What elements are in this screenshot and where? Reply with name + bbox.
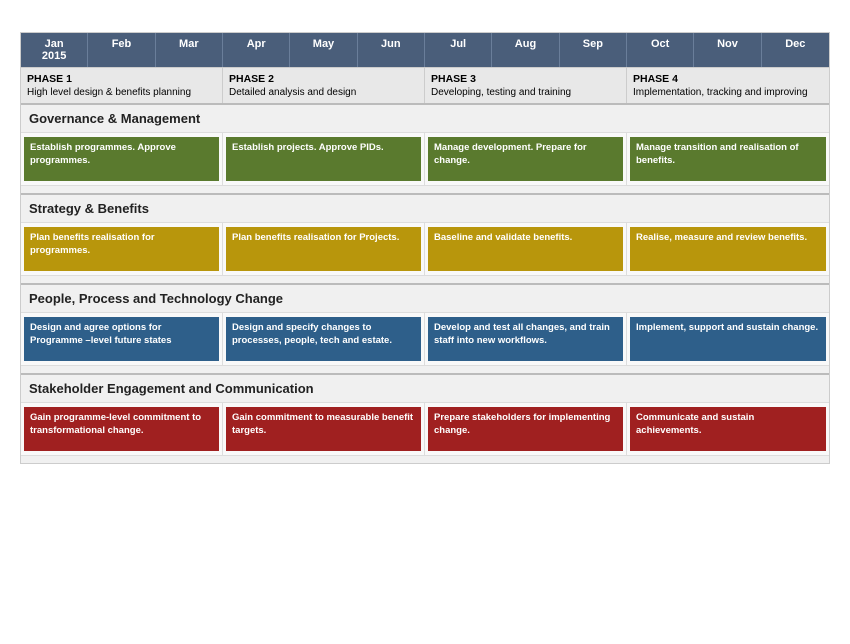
month-header-12: Dec <box>762 33 829 67</box>
task-row-2: Design and agree options for Programme –… <box>21 312 829 365</box>
task-block-3-3: Communicate and sustain achievements. <box>630 407 826 451</box>
task-block-1-3: Realise, measure and review benefits. <box>630 227 826 271</box>
phase-cell-3: PHASE 3Developing, testing and training <box>425 68 627 103</box>
task-row-1: Plan benefits realisation for programmes… <box>21 222 829 275</box>
month-header-10: Oct <box>627 33 694 67</box>
task-cell-3-0: Gain programme-level commitment to trans… <box>21 403 223 455</box>
spacer-3 <box>21 455 829 463</box>
task-block-3-1: Gain commitment to measurable benefit ta… <box>226 407 421 451</box>
task-block-2-1: Design and specify changes to processes,… <box>226 317 421 361</box>
task-block-0-1: Establish projects. Approve PIDs. <box>226 137 421 181</box>
task-cell-1-3: Realise, measure and review benefits. <box>627 223 829 275</box>
task-row-0: Establish programmes. Approve programmes… <box>21 132 829 185</box>
phase-cell-4: PHASE 4Implementation, tracking and impr… <box>627 68 829 103</box>
month-header-9: Sep <box>560 33 627 67</box>
task-block-2-3: Implement, support and sustain change. <box>630 317 826 361</box>
task-cell-0-2: Manage development. Prepare for change. <box>425 133 627 185</box>
task-cell-1-1: Plan benefits realisation for Projects. <box>223 223 425 275</box>
task-block-0-3: Manage transition and realisation of ben… <box>630 137 826 181</box>
month-header-4: Apr <box>223 33 290 67</box>
task-cell-2-0: Design and agree options for Programme –… <box>21 313 223 365</box>
task-row-3: Gain programme-level commitment to trans… <box>21 402 829 455</box>
month-header-5: May <box>290 33 357 67</box>
task-block-2-0: Design and agree options for Programme –… <box>24 317 219 361</box>
spacer-2 <box>21 365 829 373</box>
task-cell-3-2: Prepare stakeholders for implementing ch… <box>425 403 627 455</box>
month-header-8: Aug <box>492 33 559 67</box>
task-cell-1-2: Baseline and validate benefits. <box>425 223 627 275</box>
task-cell-0-0: Establish programmes. Approve programmes… <box>21 133 223 185</box>
roadmap-table: Jan2015FebMarAprMayJunJulAugSepOctNovDec… <box>20 32 830 464</box>
month-header-11: Nov <box>694 33 761 67</box>
task-block-1-2: Baseline and validate benefits. <box>428 227 623 271</box>
task-block-3-2: Prepare stakeholders for implementing ch… <box>428 407 623 451</box>
section-header-1: Strategy & Benefits <box>21 193 829 222</box>
phase-cell-2: PHASE 2Detailed analysis and design <box>223 68 425 103</box>
month-header-6: Jun <box>358 33 425 67</box>
spacer-0 <box>21 185 829 193</box>
spacer-1 <box>21 275 829 283</box>
task-cell-1-0: Plan benefits realisation for programmes… <box>21 223 223 275</box>
task-block-0-2: Manage development. Prepare for change. <box>428 137 623 181</box>
task-cell-3-3: Communicate and sustain achievements. <box>627 403 829 455</box>
month-header-1: Jan2015 <box>21 33 88 67</box>
phase-row: PHASE 1High level design & benefits plan… <box>21 67 829 103</box>
task-cell-0-1: Establish projects. Approve PIDs. <box>223 133 425 185</box>
month-header-7: Jul <box>425 33 492 67</box>
task-block-0-0: Establish programmes. Approve programmes… <box>24 137 219 181</box>
phase-cell-1: PHASE 1High level design & benefits plan… <box>21 68 223 103</box>
section-header-3: Stakeholder Engagement and Communication <box>21 373 829 402</box>
task-cell-2-2: Develop and test all changes, and train … <box>425 313 627 365</box>
section-header-0: Governance & Management <box>21 103 829 132</box>
section-header-2: People, Process and Technology Change <box>21 283 829 312</box>
task-cell-2-1: Design and specify changes to processes,… <box>223 313 425 365</box>
task-block-1-1: Plan benefits realisation for Projects. <box>226 227 421 271</box>
task-block-3-0: Gain programme-level commitment to trans… <box>24 407 219 451</box>
task-block-1-0: Plan benefits realisation for programmes… <box>24 227 219 271</box>
month-header-row: Jan2015FebMarAprMayJunJulAugSepOctNovDec <box>21 33 829 67</box>
task-cell-3-1: Gain commitment to measurable benefit ta… <box>223 403 425 455</box>
month-header-2: Feb <box>88 33 155 67</box>
task-cell-2-3: Implement, support and sustain change. <box>627 313 829 365</box>
task-block-2-2: Develop and test all changes, and train … <box>428 317 623 361</box>
month-header-3: Mar <box>156 33 223 67</box>
task-cell-0-3: Manage transition and realisation of ben… <box>627 133 829 185</box>
